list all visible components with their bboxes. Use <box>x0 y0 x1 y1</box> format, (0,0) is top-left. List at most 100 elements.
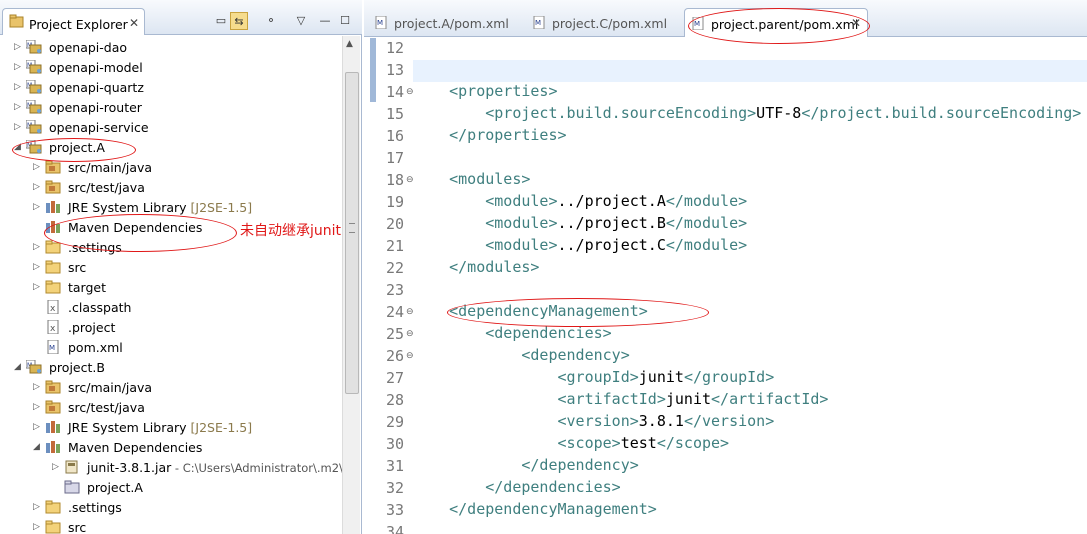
library-icon <box>45 420 61 434</box>
tree-item-text: project.B <box>49 360 105 375</box>
line-number: 16 <box>385 127 404 145</box>
collapsed-arrow-icon[interactable]: ▷ <box>33 162 41 172</box>
xml-text: ../project.C <box>557 236 666 254</box>
xml-tag: </module> <box>665 192 748 210</box>
code-line: <properties> <box>413 82 557 104</box>
tree-item-label: src/test/java <box>68 400 145 415</box>
xml-text: 3.8.1 <box>638 412 684 430</box>
scroll-up-icon[interactable]: ▲ <box>346 39 353 49</box>
collapsed-arrow-icon[interactable]: ▷ <box>33 422 41 432</box>
project-ref-icon <box>64 480 80 494</box>
tree-item[interactable]: ▷ .settings <box>0 497 342 517</box>
link-editor-button[interactable]: ⇆ <box>230 12 248 30</box>
collapsed-arrow-icon[interactable]: ▷ <box>14 122 22 132</box>
collapsed-arrow-icon[interactable]: ▷ <box>14 42 22 52</box>
view-menu-button[interactable]: ▽ <box>292 12 310 30</box>
annotation-ellipse-dependency-management <box>447 298 709 327</box>
line-number: 30 <box>385 435 404 453</box>
tree-item[interactable]: project.A <box>0 477 342 497</box>
line-number: 17 <box>385 149 404 167</box>
collapsed-arrow-icon[interactable]: ▷ <box>33 262 41 272</box>
code-line: <scope>test</scope> <box>413 434 729 456</box>
tree-item[interactable]: ▷ src/test/java <box>0 397 342 417</box>
line-number: 29 <box>385 413 404 431</box>
expanded-arrow-icon[interactable]: ◢ <box>14 362 22 372</box>
line-number: 31 <box>385 457 404 475</box>
scroll-thumb[interactable] <box>345 72 359 394</box>
xml-text: test <box>620 434 657 452</box>
svg-text:x: x <box>50 304 56 314</box>
maximize-view-button[interactable]: ☐ <box>336 12 354 30</box>
collapsed-arrow-icon[interactable]: ▷ <box>33 182 41 192</box>
tree-item[interactable]: ◢Mproject.B <box>0 357 342 377</box>
minimize-view-button[interactable]: — <box>316 12 334 30</box>
tree-item-text: openapi-dao <box>49 40 128 55</box>
close-icon[interactable]: ✕ <box>129 16 139 30</box>
line-number: 33 <box>385 501 404 519</box>
xml-tag: </properties> <box>413 126 567 144</box>
line-number: 22 <box>385 259 404 277</box>
tree-item[interactable]: ▷ src/test/java <box>0 177 342 197</box>
annotation-ellipse-maven-deps <box>44 214 237 252</box>
tab-project-explorer[interactable]: Project Explorer ✕ <box>2 8 145 35</box>
tree-item[interactable]: ▷Mopenapi-service <box>0 117 342 137</box>
tree-item-text: .classpath <box>68 300 132 315</box>
editor-tab-1[interactable]: Mproject.A/pom.xml <box>368 8 518 37</box>
collapsed-arrow-icon[interactable]: ▷ <box>33 242 41 252</box>
tree-item[interactable]: ▷ src <box>0 517 342 534</box>
xml-source-editor[interactable]: <properties> <project.build.sourceEncodi… <box>413 38 1087 534</box>
collapsed-arrow-icon[interactable]: ▷ <box>14 102 22 112</box>
editor-tab-label: project.C/pom.xml <box>552 16 668 31</box>
tree-item-text: src/main/java <box>68 160 153 175</box>
tree-item-text: src/test/java <box>68 400 145 415</box>
tree-item-label: JRE System Library [J2SE-1.5] <box>68 200 252 215</box>
line-number: 32 <box>385 479 404 497</box>
focus-button[interactable]: ⚬ <box>262 12 280 30</box>
collapsed-arrow-icon[interactable]: ▷ <box>33 282 41 292</box>
tree-item[interactable]: ▷Mopenapi-dao <box>0 37 342 57</box>
tree-item[interactable]: ▷Mopenapi-model <box>0 57 342 77</box>
minimize-button[interactable]: ▭ <box>212 12 230 30</box>
tree-item[interactable]: ▷ target <box>0 277 342 297</box>
collapsed-arrow-icon[interactable]: ▷ <box>14 82 22 92</box>
line-number: 34 <box>385 523 404 534</box>
tree-item[interactable]: ▷ src <box>0 257 342 277</box>
tree-item[interactable]: ◢ Maven Dependencies <box>0 437 342 457</box>
collapsed-arrow-icon[interactable]: ▷ <box>33 522 41 532</box>
expanded-arrow-icon[interactable]: ◢ <box>33 442 41 452</box>
tree-item[interactable]: ▷ src/main/java <box>0 377 342 397</box>
tree-item-text: junit-3.8.1.jar <box>87 460 172 475</box>
collapsed-arrow-icon[interactable]: ▷ <box>33 402 41 412</box>
tree-item[interactable]: ▷ junit-3.8.1.jar - C:\Users\Administrato… <box>0 457 342 477</box>
collapsed-arrow-icon[interactable]: ▷ <box>52 462 60 472</box>
maven-project-icon: M <box>25 119 42 134</box>
tree-item[interactable]: Mpom.xml <box>0 337 342 357</box>
tree-item-label: openapi-router <box>49 100 142 115</box>
tree-item[interactable]: x .classpath <box>0 297 342 317</box>
collapsed-arrow-icon[interactable]: ▷ <box>14 62 22 72</box>
tree-item-label: .classpath <box>68 300 131 315</box>
tree-item-text: .settings <box>68 500 122 515</box>
tree-item-text: JRE System Library <box>68 200 187 215</box>
line-number: 27 <box>385 369 404 387</box>
code-line: <module>../project.B</module> <box>413 214 747 236</box>
collapsed-arrow-icon[interactable]: ▷ <box>33 502 41 512</box>
tree-item-label: src/main/java <box>68 160 152 175</box>
folder-icon <box>45 260 61 274</box>
tree-item-suffix: [J2SE-1.5] <box>186 420 253 435</box>
tree-item-text: openapi-router <box>49 100 142 115</box>
collapsed-arrow-icon[interactable]: ▷ <box>33 202 41 212</box>
xml-text: junit <box>665 390 712 408</box>
editor-tab-2[interactable]: Mproject.C/pom.xml <box>526 8 676 37</box>
line-number: 18 <box>385 171 404 189</box>
explorer-scrollbar[interactable]: ▲ <box>342 36 360 534</box>
collapsed-arrow-icon[interactable]: ▷ <box>33 382 41 392</box>
tree-item-label: openapi-service <box>49 120 149 135</box>
tree-item[interactable]: ▷Mopenapi-quartz <box>0 77 342 97</box>
xml-tag: </dependencyManagement> <box>413 500 657 518</box>
tree-item[interactable]: ▷Mopenapi-router <box>0 97 342 117</box>
tree-item[interactable]: ▷ JRE System Library [J2SE-1.5] <box>0 417 342 437</box>
xml-text: ../project.B <box>557 214 666 232</box>
tree-item-text: pom.xml <box>68 340 123 355</box>
tree-item[interactable]: x .project <box>0 317 342 337</box>
